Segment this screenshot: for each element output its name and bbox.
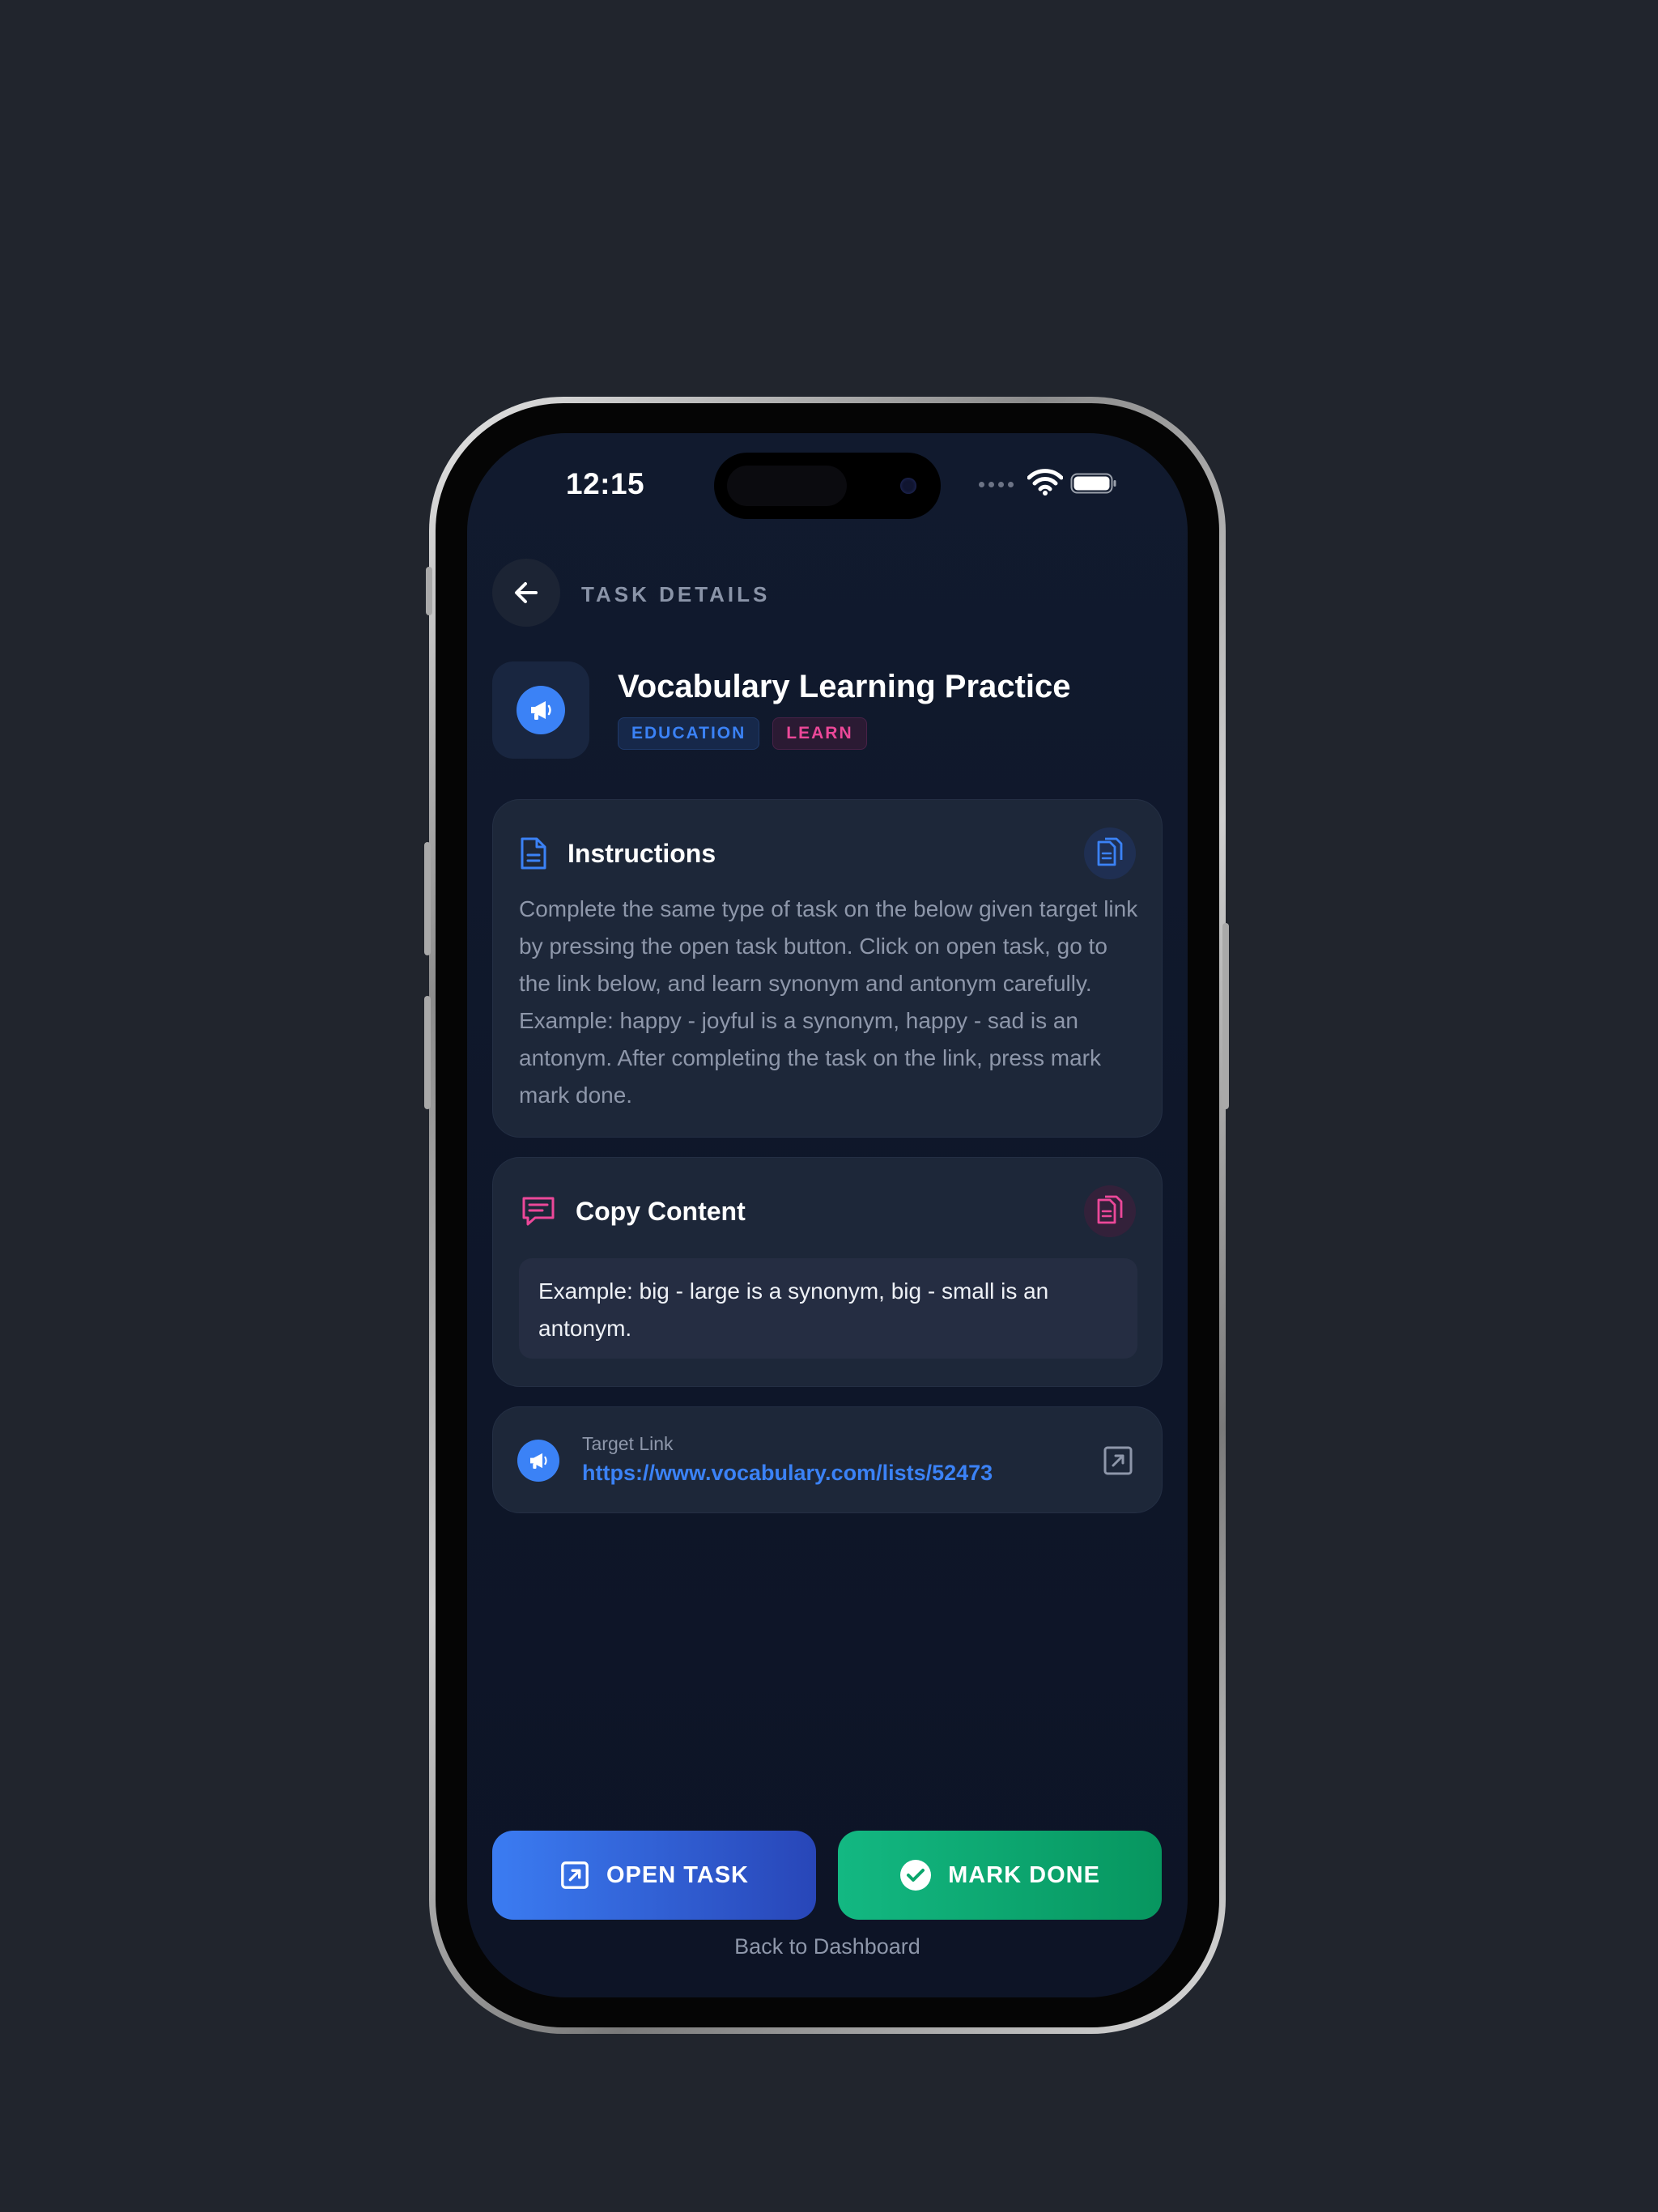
target-link-label: Target Link [582, 1433, 674, 1454]
copy-content-title: Copy Content [576, 1197, 746, 1226]
copy-content-box[interactable]: Example: big - large is a synonym, big -… [519, 1258, 1137, 1359]
action-button [426, 567, 432, 615]
copy-content-text: Example: big - large is a synonym, big -… [538, 1278, 1049, 1341]
volume-up-button [424, 842, 431, 955]
power-button [1222, 923, 1229, 1109]
volume-down-button [424, 996, 431, 1109]
instructions-card: Instructions Complete the same type of t… [492, 799, 1163, 1138]
app-screen: 12:15 TASK DETAILS Vocabulary Learning P… [467, 433, 1188, 1997]
cellular-signal-icon [979, 482, 1014, 487]
arrow-left-icon [515, 582, 538, 603]
wifi-icon [1027, 469, 1063, 496]
check-circle-icon [900, 1860, 932, 1891]
instructions-text: Complete the same type of task on the be… [519, 896, 1138, 1108]
task-tags: EDUCATION LEARN [618, 717, 867, 750]
target-link-card[interactable]: Target Link https://www.vocabulary.com/l… [492, 1406, 1163, 1513]
copy-instructions-button[interactable] [1084, 827, 1136, 879]
copy-icon [1097, 837, 1123, 866]
island-sensor [727, 466, 847, 506]
back-to-dashboard-link[interactable]: Back to Dashboard [467, 1934, 1188, 1959]
target-link-url[interactable]: https://www.vocabulary.com/lists/52473 [582, 1461, 993, 1486]
open-task-label: OPEN TASK [606, 1861, 750, 1888]
copy-content-button[interactable] [1084, 1185, 1136, 1237]
task-icon-tile [492, 661, 589, 759]
external-link-icon [561, 1861, 589, 1889]
document-icon [521, 837, 546, 870]
status-time: 12:15 [566, 467, 645, 500]
dynamic-island [714, 453, 941, 519]
battery-icon [1070, 473, 1116, 494]
chat-lines-icon [522, 1197, 555, 1226]
copy-content-card: Copy Content Example: big - large is a s… [492, 1157, 1163, 1387]
external-link-icon[interactable] [1102, 1444, 1134, 1477]
instructions-title: Instructions [568, 839, 716, 868]
megaphone-icon [517, 686, 565, 734]
megaphone-icon [517, 1440, 559, 1482]
open-task-button[interactable]: OPEN TASK [492, 1831, 816, 1920]
mark-done-button[interactable]: MARK DONE [838, 1831, 1162, 1920]
camera-icon [900, 478, 916, 494]
tag-education: EDUCATION [618, 717, 760, 750]
page-title: TASK DETAILS [581, 582, 771, 606]
copy-icon [1097, 1195, 1123, 1224]
mark-done-label: MARK DONE [948, 1861, 1100, 1888]
task-title: Vocabulary Learning Practice [618, 669, 1071, 704]
back-button[interactable] [492, 559, 560, 627]
tag-learn: LEARN [772, 717, 867, 750]
